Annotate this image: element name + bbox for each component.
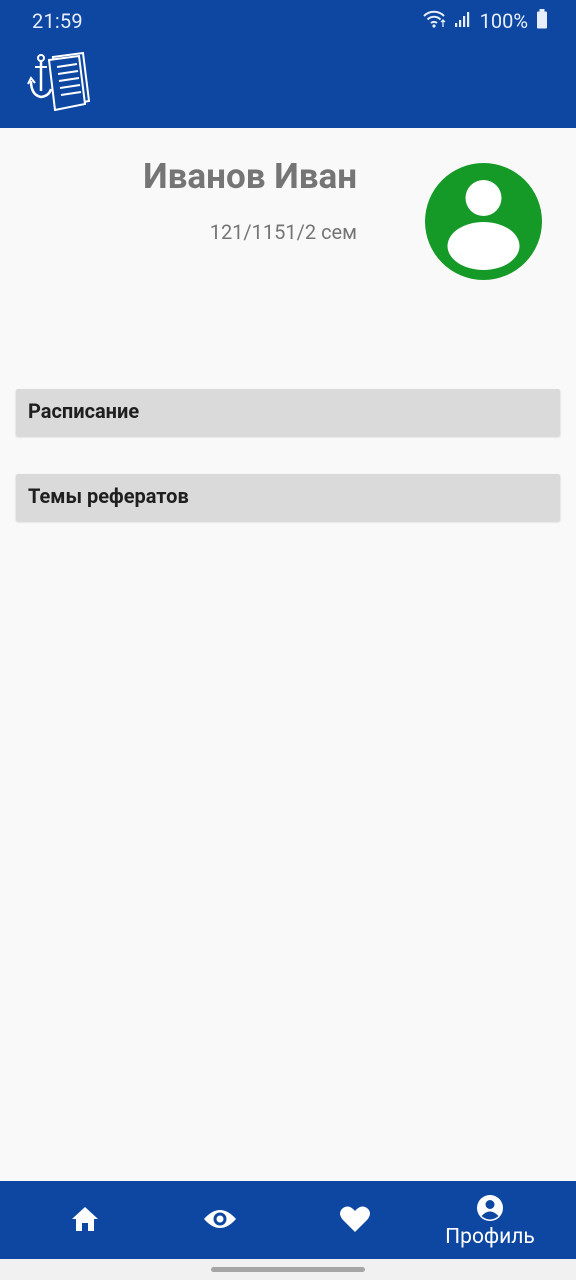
app-bar (0, 42, 576, 128)
home-icon (72, 1207, 98, 1231)
battery-percent: 100% (479, 9, 528, 33)
gesture-handle[interactable] (211, 1267, 365, 1272)
signal-icon (454, 10, 472, 32)
status-icons: 100% (422, 8, 548, 34)
essay-topics-button[interactable]: Темы рефератов (16, 474, 560, 521)
nav-profile-label: Профиль (445, 1225, 535, 1249)
schedule-label: Расписание (28, 399, 140, 423)
status-time: 21:59 (32, 9, 83, 33)
wifi-icon (422, 9, 446, 33)
nav-home[interactable] (18, 1181, 152, 1259)
essay-topics-label: Темы рефератов (28, 484, 189, 508)
nav-profile[interactable]: Профиль (423, 1181, 557, 1259)
book-anchor-logo (27, 51, 91, 111)
nav-view[interactable] (153, 1181, 287, 1259)
battery-icon (536, 9, 548, 33)
schedule-button[interactable]: Расписание (16, 389, 560, 436)
profile-name: Иванов Иван (143, 156, 357, 197)
gesture-navigation-area (0, 1259, 576, 1280)
status-bar: 21:59 100% (0, 0, 576, 42)
account-icon (477, 1195, 503, 1221)
bottom-navigation: Профиль (0, 1181, 576, 1259)
heart-icon (340, 1206, 370, 1232)
nav-favorites[interactable] (288, 1181, 422, 1259)
profile-group: 121/1151/2 сем (209, 220, 357, 244)
eye-icon (204, 1210, 236, 1228)
user-avatar-icon (425, 163, 542, 280)
